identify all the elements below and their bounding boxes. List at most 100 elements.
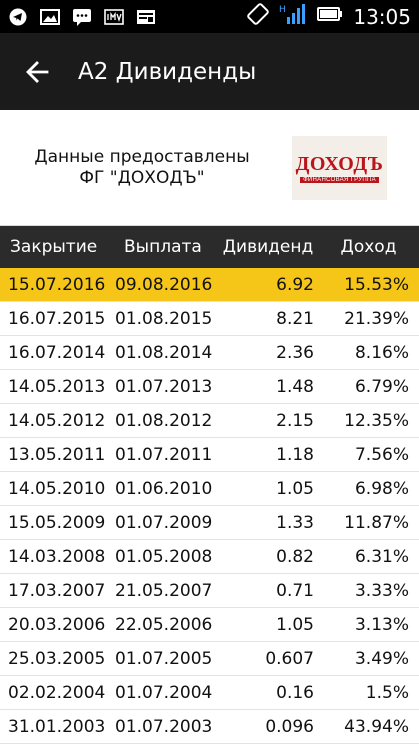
logo-main-text: ДОХОДЪ <box>295 152 384 175</box>
table-row[interactable]: 16.07.2015 01.08.2015 8.21 21.39% <box>0 302 419 336</box>
cell-dividend: 1.48 <box>276 376 314 397</box>
telegram-icon <box>8 8 28 26</box>
table-row[interactable]: 15.05.2009 01.07.2009 1.33 11.87% <box>0 506 419 540</box>
cell-payment-date: 01.08.2015 <box>115 308 213 329</box>
cell-payment-date: 01.06.2010 <box>115 478 213 499</box>
table-row[interactable]: 15.07.2016 09.08.2016 6.92 15.53% <box>0 268 419 302</box>
cell-yield: 1.5% <box>365 682 409 703</box>
table-row[interactable]: 02.02.2004 01.07.2004 0.16 1.5% <box>0 676 419 710</box>
cell-payment-date: 01.07.2005 <box>115 648 213 669</box>
table-row[interactable]: 13.05.2011 01.07.2011 1.18 7.56% <box>0 438 419 472</box>
cell-payment-date: 22.05.2006 <box>115 614 213 635</box>
table-row[interactable]: 20.03.2006 22.05.2006 1.05 3.13% <box>0 608 419 642</box>
provider-line-2: ФГ "ДОХОДЪ" <box>79 167 205 188</box>
cell-dividend: 2.15 <box>276 410 314 431</box>
table-row[interactable]: 25.03.2005 01.07.2005 0.607 3.49% <box>0 642 419 676</box>
rotate-icon <box>247 3 270 30</box>
table-row[interactable]: 16.07.2014 01.08.2014 2.36 8.16% <box>0 336 419 370</box>
header-yield[interactable]: Доход <box>318 237 419 257</box>
cell-close-date: 16.07.2015 <box>8 308 106 329</box>
cell-payment-date: 09.08.2016 <box>115 274 213 295</box>
cell-yield: 6.98% <box>354 478 409 499</box>
cell-yield: 11.87% <box>344 512 409 533</box>
cell-yield: 6.79% <box>354 376 409 397</box>
cell-payment-date: 01.08.2012 <box>115 410 213 431</box>
cell-yield: 7.56% <box>354 444 409 465</box>
table-row[interactable]: 14.05.2013 01.07.2013 1.48 6.79% <box>0 370 419 404</box>
cell-close-date: 25.03.2005 <box>8 648 106 669</box>
signal-icon: H <box>279 3 307 30</box>
cell-close-date: 31.01.2003 <box>8 716 106 737</box>
cell-dividend: 0.16 <box>276 682 314 703</box>
cell-dividend: 1.33 <box>276 512 314 533</box>
cell-yield: 3.33% <box>354 580 409 601</box>
provider-logo[interactable]: ДОХОДЪ ФИНАНСОВАЯ ГРУППА <box>292 135 387 200</box>
table-row[interactable]: 31.01.2003 01.07.2003 0.096 43.94% <box>0 710 419 744</box>
cell-yield: 6.31% <box>354 546 409 567</box>
cell-dividend: 0.71 <box>276 580 314 601</box>
status-time: 13:05 <box>353 4 411 29</box>
cell-payment-date: 01.07.2011 <box>115 444 213 465</box>
cell-dividend: 8.21 <box>276 308 314 329</box>
cell-close-date: 15.07.2016 <box>8 274 106 295</box>
cell-yield: 21.39% <box>344 308 409 329</box>
cell-close-date: 15.05.2009 <box>8 512 106 533</box>
cell-close-date: 02.02.2004 <box>8 682 106 703</box>
header-dividend[interactable]: Дивиденд <box>218 237 318 257</box>
cell-dividend: 0.82 <box>276 546 314 567</box>
cell-dividend: 1.05 <box>276 614 314 635</box>
cell-yield: 8.16% <box>354 342 409 363</box>
cell-payment-date: 21.05.2007 <box>115 580 213 601</box>
image-icon <box>40 8 60 26</box>
dividend-table-body: 15.07.2016 09.08.2016 6.92 15.53% 16.07.2015… <box>0 268 419 744</box>
status-bar: H 13:05 <box>0 0 419 33</box>
table-row[interactable]: 14.05.2010 01.06.2010 1.05 6.98% <box>0 472 419 506</box>
logo-sub-text: ФИНАНСОВАЯ ГРУППА <box>300 176 379 183</box>
cell-dividend: 2.36 <box>276 342 314 363</box>
chat-icon <box>72 8 92 26</box>
svg-text:H: H <box>279 5 286 15</box>
cell-close-date: 20.03.2006 <box>8 614 106 635</box>
table-row[interactable]: 17.03.2007 21.05.2007 0.71 3.33% <box>0 574 419 608</box>
header-close-date[interactable]: Закрытие <box>0 237 112 257</box>
app-icon <box>136 8 156 26</box>
battery-icon <box>317 6 343 27</box>
cell-payment-date: 01.07.2009 <box>115 512 213 533</box>
page-title: A2 Дивиденды <box>78 58 257 85</box>
back-button[interactable] <box>22 57 52 87</box>
cell-close-date: 14.05.2012 <box>8 410 106 431</box>
notification-icons <box>8 8 156 26</box>
cell-yield: 43.94% <box>344 716 409 737</box>
cell-close-date: 16.07.2014 <box>8 342 106 363</box>
cell-payment-date: 01.08.2014 <box>115 342 213 363</box>
header-payment-date[interactable]: Выплата <box>112 237 218 257</box>
cell-close-date: 17.03.2007 <box>8 580 106 601</box>
cell-yield: 3.49% <box>354 648 409 669</box>
cell-dividend: 6.92 <box>276 274 314 295</box>
cell-payment-date: 01.07.2013 <box>115 376 213 397</box>
system-indicators: H 13:05 <box>247 3 411 30</box>
provider-text: Данные предоставлены ФГ "ДОХОДЪ" <box>0 147 284 189</box>
cell-payment-date: 01.07.2003 <box>115 716 213 737</box>
table-header: Закрытие Выплата Дивиденд Доход <box>0 226 419 268</box>
cell-close-date: 13.05.2011 <box>8 444 106 465</box>
provider-line-1: Данные предоставлены <box>34 146 250 167</box>
cell-close-date: 14.05.2013 <box>8 376 106 397</box>
arrow-left-icon <box>26 60 49 83</box>
cell-yield: 12.35% <box>344 410 409 431</box>
cell-payment-date: 01.05.2008 <box>115 546 213 567</box>
cell-dividend: 1.05 <box>276 478 314 499</box>
cell-dividend: 0.096 <box>265 716 314 737</box>
table-row[interactable]: 14.03.2008 01.05.2008 0.82 6.31% <box>0 540 419 574</box>
data-provider-banner: Данные предоставлены ФГ "ДОХОДЪ" ДОХОДЪ … <box>0 110 419 226</box>
table-row[interactable]: 14.05.2012 01.08.2012 2.15 12.35% <box>0 404 419 438</box>
cell-yield: 15.53% <box>344 274 409 295</box>
cell-close-date: 14.05.2010 <box>8 478 106 499</box>
cell-yield: 3.13% <box>354 614 409 635</box>
cell-close-date: 14.03.2008 <box>8 546 106 567</box>
cell-dividend: 0.607 <box>265 648 314 669</box>
cell-payment-date: 01.07.2004 <box>115 682 213 703</box>
app-icon <box>104 8 124 26</box>
app-bar: A2 Дивиденды <box>0 33 419 110</box>
cell-dividend: 1.18 <box>276 444 314 465</box>
